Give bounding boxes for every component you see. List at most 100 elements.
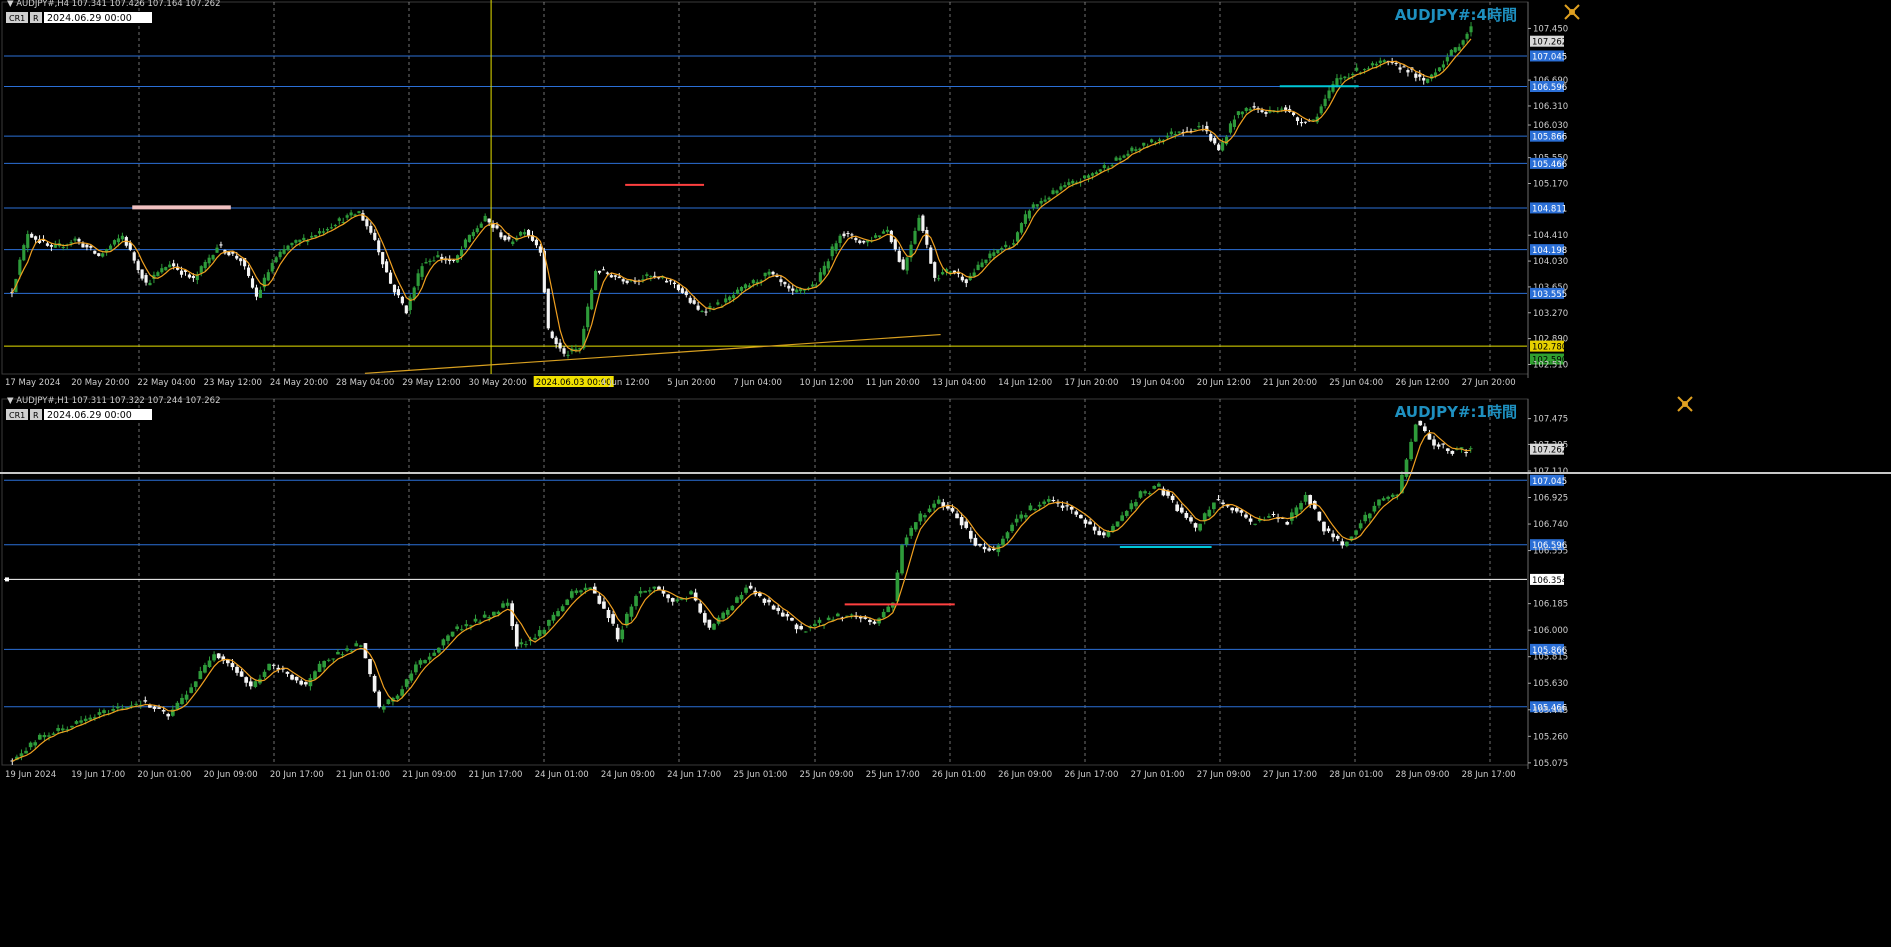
candle <box>424 258 428 264</box>
candle-body <box>168 264 172 268</box>
x-tick-label: 11 Jun 20:00 <box>866 378 920 388</box>
candle-body <box>1372 505 1377 512</box>
candle-body <box>414 664 418 673</box>
candle <box>762 597 767 606</box>
y-tick-label: 105.815 <box>1533 653 1568 663</box>
candle <box>357 210 361 214</box>
candle <box>409 670 414 683</box>
candle-body <box>574 590 579 594</box>
candle-body <box>1193 128 1197 130</box>
candle <box>138 700 143 709</box>
x-tick-label: 21 Jun 09:00 <box>402 770 456 780</box>
candle <box>286 244 290 252</box>
candle <box>473 614 478 624</box>
candle <box>1449 48 1453 56</box>
candle-body <box>909 527 914 536</box>
candle <box>1319 104 1323 116</box>
candles <box>10 22 1473 359</box>
candle <box>120 232 124 243</box>
candle-body <box>960 276 964 281</box>
candle <box>1201 124 1205 132</box>
drawing-tool-dot <box>1682 401 1688 407</box>
candle-body <box>464 624 469 627</box>
candle <box>248 677 253 690</box>
candle-body <box>459 629 464 631</box>
candle <box>1150 138 1154 144</box>
candle <box>1343 75 1347 81</box>
candle-body <box>1039 200 1043 204</box>
candle <box>1260 107 1264 114</box>
candle <box>30 232 34 238</box>
candle <box>168 261 172 268</box>
candle <box>404 305 408 315</box>
candle-body <box>239 258 243 262</box>
candle-body <box>519 232 523 236</box>
candle <box>436 251 440 258</box>
candle-body <box>471 232 475 237</box>
candle <box>164 266 168 271</box>
candle <box>215 244 219 254</box>
candle <box>294 676 299 684</box>
candle <box>400 295 404 306</box>
candle-body <box>492 611 496 616</box>
candle-body <box>388 272 393 284</box>
candle <box>22 243 26 262</box>
candle-body <box>905 257 909 271</box>
price-label: 106.354 <box>1532 576 1567 586</box>
candle <box>1033 508 1037 512</box>
candle-body <box>551 614 556 621</box>
panel-separator[interactable] <box>0 472 1891 474</box>
candle <box>1345 541 1349 548</box>
candle-body <box>400 296 404 304</box>
candle-body <box>373 232 377 240</box>
candle-body <box>730 605 735 611</box>
candle-body <box>672 282 677 284</box>
y-tick-label: 102.510 <box>1533 360 1568 370</box>
candle-body <box>955 513 959 519</box>
candle-body <box>267 663 271 671</box>
candle-body <box>219 244 223 246</box>
candle <box>187 273 192 279</box>
candle-body <box>1445 448 1450 451</box>
candle-body <box>901 259 905 270</box>
candle-body <box>698 603 703 613</box>
candle-body <box>60 728 65 731</box>
candle-body <box>510 603 515 627</box>
candle <box>505 598 510 608</box>
candle <box>1005 531 1010 542</box>
candle-body <box>776 607 781 611</box>
candle <box>1370 61 1375 68</box>
candle <box>386 698 391 705</box>
candle-body <box>1327 90 1331 99</box>
y-tick-label: 107.450 <box>1533 24 1568 34</box>
candle-body <box>794 624 799 630</box>
candle <box>1063 181 1067 188</box>
candle-body <box>1019 223 1024 233</box>
candle <box>1340 538 1345 549</box>
drawing-tool-dot <box>1569 9 1575 15</box>
candle-body <box>503 235 507 241</box>
candle <box>620 625 625 643</box>
candle-body <box>1303 494 1308 502</box>
candle-body <box>708 306 712 308</box>
x-tick-label: 19 Jun 17:00 <box>71 770 125 780</box>
candle-body <box>534 239 539 246</box>
candle <box>980 258 984 268</box>
x-tick-label: 28 May 04:00 <box>336 378 394 388</box>
candle-body <box>602 601 606 609</box>
candle-body <box>700 310 704 312</box>
candle <box>830 243 834 261</box>
candle-body <box>1069 506 1074 510</box>
candle <box>140 269 144 281</box>
candle-body <box>1157 139 1162 141</box>
candle-body <box>227 251 231 256</box>
candle-body <box>372 675 377 692</box>
candle-body <box>1469 26 1473 33</box>
x-tick-label: 30 May 20:00 <box>468 378 526 388</box>
candle-body <box>917 217 921 231</box>
candle <box>1101 530 1106 539</box>
candle <box>388 270 393 284</box>
candle-body <box>728 296 732 301</box>
candle-body <box>1047 197 1051 200</box>
candle <box>1441 443 1446 449</box>
